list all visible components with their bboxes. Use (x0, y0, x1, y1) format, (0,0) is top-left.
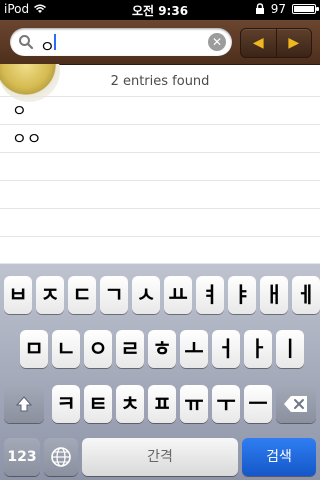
key-chieut[interactable]: ㅊ (116, 385, 144, 423)
key-yu[interactable]: ㅠ (180, 385, 208, 423)
battery-percent: 97 (270, 2, 286, 16)
key-pieup[interactable]: ㅍ (148, 385, 176, 423)
text-caret (54, 34, 56, 50)
key-i[interactable]: ㅣ (276, 330, 304, 368)
shift-arrow-icon (15, 396, 33, 412)
empty-row (0, 152, 320, 180)
left-arrow-icon[interactable]: ◀ (241, 29, 276, 57)
key-jieut[interactable]: ㅈ (36, 276, 64, 314)
key-u[interactable]: ㅜ (212, 385, 240, 423)
key-giyeok[interactable]: ㄱ (100, 276, 128, 314)
status-bar: iPod 오전 9:36 97 (0, 0, 320, 20)
empty-row (0, 236, 320, 264)
globe-icon[interactable] (44, 438, 78, 476)
key-tieut[interactable]: ㅌ (84, 385, 112, 423)
key-yeo[interactable]: ㅕ (196, 276, 224, 314)
key-hieut[interactable]: ㅎ (148, 330, 176, 368)
search-icon (19, 35, 34, 50)
backspace-icon (284, 396, 307, 412)
key-a[interactable]: ㅏ (244, 330, 272, 368)
key-nieun[interactable]: ㄴ (52, 330, 80, 368)
nav-segment-control: ◀ ▶ (240, 28, 312, 58)
key-ieung[interactable]: ㅇ (84, 330, 112, 368)
key-e[interactable]: ㅔ (292, 276, 320, 314)
list-item[interactable]: ㅇㅇ (0, 124, 320, 152)
results-list: ㅇ ㅇㅇ (0, 96, 320, 264)
key-bieup[interactable]: ㅂ (4, 276, 32, 314)
key-o[interactable]: ㅗ (180, 330, 208, 368)
empty-row (0, 180, 320, 208)
key-kieuk[interactable]: ㅋ (52, 385, 80, 423)
list-item[interactable]: ㅇ (0, 96, 320, 124)
right-arrow-icon[interactable]: ▶ (275, 29, 312, 57)
key-eu[interactable]: ㅡ (244, 385, 272, 423)
status-right: 97 (255, 2, 319, 16)
battery-icon (292, 4, 319, 14)
delete-icon[interactable] (276, 385, 316, 423)
shift-icon[interactable] (4, 385, 44, 423)
search-query: ㅇ (40, 37, 55, 56)
results-count: 2 entries found (110, 74, 210, 89)
key-ae[interactable]: ㅐ (260, 276, 288, 314)
search-input[interactable]: ㅇ ✕ (10, 28, 232, 56)
key-eo[interactable]: ㅓ (212, 330, 240, 368)
empty-row (0, 208, 320, 236)
space-key[interactable]: 간격 (82, 438, 238, 476)
clear-icon[interactable]: ✕ (208, 33, 226, 51)
key-yo[interactable]: ㅛ (164, 276, 192, 314)
keyboard: ㅂ ㅈ ㄷ ㄱ ㅅ ㅛ ㅕ ㅑ ㅐ ㅔ ㅁ ㄴ ㅇ ㄹ ㅎ ㅗ ㅓ ㅏ ㅣ ㅋ … (0, 264, 320, 480)
top-bar: ㅇ ✕ ◀ ▶ (0, 20, 320, 65)
numbers-key[interactable]: 123 (4, 438, 40, 476)
key-rieul[interactable]: ㄹ (116, 330, 144, 368)
key-siot[interactable]: ㅅ (132, 276, 160, 314)
key-ya[interactable]: ㅑ (228, 276, 256, 314)
lock-icon (255, 3, 264, 14)
search-key[interactable]: 검색 (242, 438, 316, 476)
key-digeut[interactable]: ㄷ (68, 276, 96, 314)
key-mieum[interactable]: ㅁ (20, 330, 48, 368)
globe-glyph-icon (51, 447, 71, 467)
